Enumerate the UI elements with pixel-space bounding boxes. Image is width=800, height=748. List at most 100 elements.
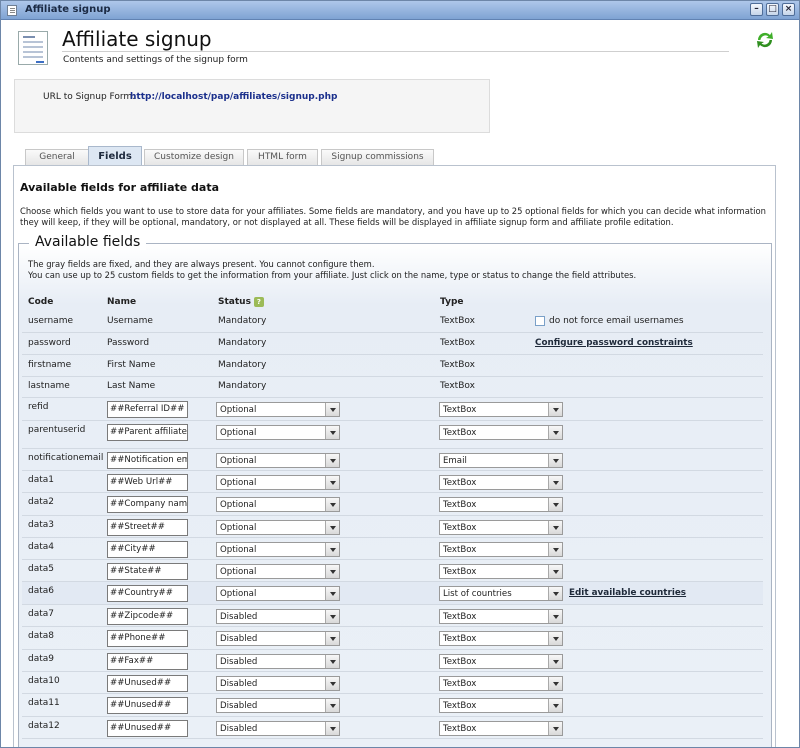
field-name-input[interactable]: ##Company name## [107, 496, 188, 513]
do-not-force-email-checkbox[interactable] [535, 316, 545, 326]
signup-url-link[interactable]: http://localhost/pap/affiliates/signup.p… [130, 92, 337, 102]
type-select[interactable]: Email [439, 453, 563, 468]
chevron-down-icon[interactable] [548, 587, 562, 600]
chevron-down-icon[interactable] [548, 565, 562, 578]
status-select[interactable]: Optional [216, 586, 340, 601]
chevron-down-icon[interactable] [548, 454, 562, 467]
chevron-down-icon[interactable] [548, 498, 562, 511]
minimize-button[interactable]: – [750, 3, 763, 16]
type-select[interactable]: TextBox [439, 542, 563, 557]
tab-signup-commissions[interactable]: Signup commissions [321, 149, 434, 165]
field-code: data8 [28, 631, 54, 641]
type-select[interactable]: TextBox [439, 520, 563, 535]
status-select[interactable]: Disabled [216, 698, 340, 713]
chevron-down-icon[interactable] [325, 565, 339, 578]
chevron-down-icon[interactable] [548, 426, 562, 439]
chevron-down-icon[interactable] [325, 699, 339, 712]
fixed-status-cell: Mandatory [218, 360, 267, 370]
chevron-down-icon[interactable] [325, 476, 339, 489]
type-select[interactable]: TextBox [439, 609, 563, 624]
field-name-input[interactable]: ##State## [107, 563, 188, 580]
chevron-down-icon[interactable] [325, 521, 339, 534]
close-button[interactable]: × [782, 3, 795, 16]
chevron-down-icon[interactable] [548, 543, 562, 556]
status-select[interactable]: Disabled [216, 654, 340, 669]
signup-url-box: URL to Signup Form: http://localhost/pap… [14, 79, 490, 133]
type-select[interactable]: TextBox [439, 475, 563, 490]
chevron-down-icon[interactable] [548, 677, 562, 690]
chevron-down-icon[interactable] [325, 677, 339, 690]
status-select[interactable]: Optional [216, 402, 340, 417]
fieldset-info-fixed: The gray fields are fixed, and they are … [28, 259, 375, 269]
chevron-down-icon[interactable] [325, 587, 339, 600]
chevron-down-icon[interactable] [548, 632, 562, 645]
chevron-down-icon[interactable] [325, 426, 339, 439]
chevron-down-icon[interactable] [548, 521, 562, 534]
refresh-icon[interactable] [754, 29, 776, 51]
status-select[interactable]: Disabled [216, 721, 340, 736]
field-name-input[interactable]: ##Fax## [107, 653, 188, 670]
chevron-down-icon[interactable] [548, 655, 562, 668]
type-select[interactable]: TextBox [439, 676, 563, 691]
field-name-input[interactable]: ##Zipcode## [107, 608, 188, 625]
field-name-input[interactable]: ##Phone## [107, 630, 188, 647]
chevron-down-icon[interactable] [325, 655, 339, 668]
chevron-down-icon[interactable] [325, 543, 339, 556]
chevron-down-icon[interactable] [548, 722, 562, 735]
type-select[interactable]: TextBox [439, 698, 563, 713]
status-select[interactable]: Optional [216, 453, 340, 468]
status-select[interactable]: Disabled [216, 609, 340, 624]
tab-customize-design[interactable]: Customize design [144, 149, 244, 165]
chevron-down-icon[interactable] [548, 403, 562, 416]
field-name-input[interactable]: ##Unused## [107, 697, 188, 714]
tab-html-form[interactable]: HTML form [247, 149, 318, 165]
field-name-input[interactable]: ##Parent affiliate## [107, 424, 188, 441]
chevron-down-icon[interactable] [325, 498, 339, 511]
type-select[interactable]: TextBox [439, 425, 563, 440]
type-select[interactable]: List of countries [439, 586, 563, 601]
field-name-input[interactable]: ##City## [107, 541, 188, 558]
chevron-down-icon[interactable] [325, 403, 339, 416]
type-select[interactable]: TextBox [439, 631, 563, 646]
field-name-input[interactable]: ##Street## [107, 519, 188, 536]
field-name-input[interactable]: ##Unused## [107, 720, 188, 737]
status-select[interactable]: Optional [216, 542, 340, 557]
chevron-down-icon[interactable] [548, 476, 562, 489]
type-select[interactable]: TextBox [439, 497, 563, 512]
status-select[interactable]: Optional [216, 475, 340, 490]
type-select[interactable]: TextBox [439, 564, 563, 579]
tab-fields[interactable]: Fields [88, 146, 142, 166]
chevron-down-icon[interactable] [325, 454, 339, 467]
type-select[interactable]: TextBox [439, 654, 563, 669]
type-select[interactable]: TextBox [439, 402, 563, 417]
status-select[interactable]: Optional [216, 564, 340, 579]
help-icon[interactable]: ? [253, 297, 264, 307]
chevron-down-icon[interactable] [325, 722, 339, 735]
status-select[interactable]: Optional [216, 425, 340, 440]
chevron-down-icon[interactable] [325, 610, 339, 623]
chevron-down-icon[interactable] [325, 632, 339, 645]
status-select[interactable]: Optional [216, 520, 340, 535]
do-not-force-email-label: do not force email usernames [549, 316, 684, 326]
chevron-down-icon[interactable] [548, 699, 562, 712]
status-select[interactable]: Disabled [216, 631, 340, 646]
status-select[interactable]: Disabled [216, 676, 340, 691]
status-select[interactable]: Optional [216, 497, 340, 512]
field-name-input[interactable]: ##Web Url## [107, 474, 188, 491]
field-code: refid [28, 402, 49, 412]
tab-general[interactable]: General [25, 149, 89, 165]
field-name-input[interactable]: ##Unused## [107, 675, 188, 692]
field-name-input[interactable]: ##Notification email## [107, 452, 188, 469]
edit-available-countries-link[interactable]: Edit available countries [569, 588, 686, 598]
type-select[interactable]: TextBox [439, 721, 563, 736]
field-name-input[interactable]: ##Country## [107, 585, 188, 602]
field-name-input[interactable]: ##Referral ID## [107, 401, 188, 418]
status-select-value: Disabled [220, 657, 258, 667]
fieldset-info-custom: You can use up to 25 custom fields to ge… [28, 270, 637, 280]
chevron-down-icon[interactable] [548, 610, 562, 623]
configure-password-constraints-link[interactable]: Configure password constraints [535, 338, 693, 348]
maximize-button[interactable]: □ [766, 3, 779, 16]
field-code: data6 [28, 586, 54, 596]
fixed-name-cell: Password [107, 338, 150, 348]
field-code: data10 [28, 676, 60, 686]
